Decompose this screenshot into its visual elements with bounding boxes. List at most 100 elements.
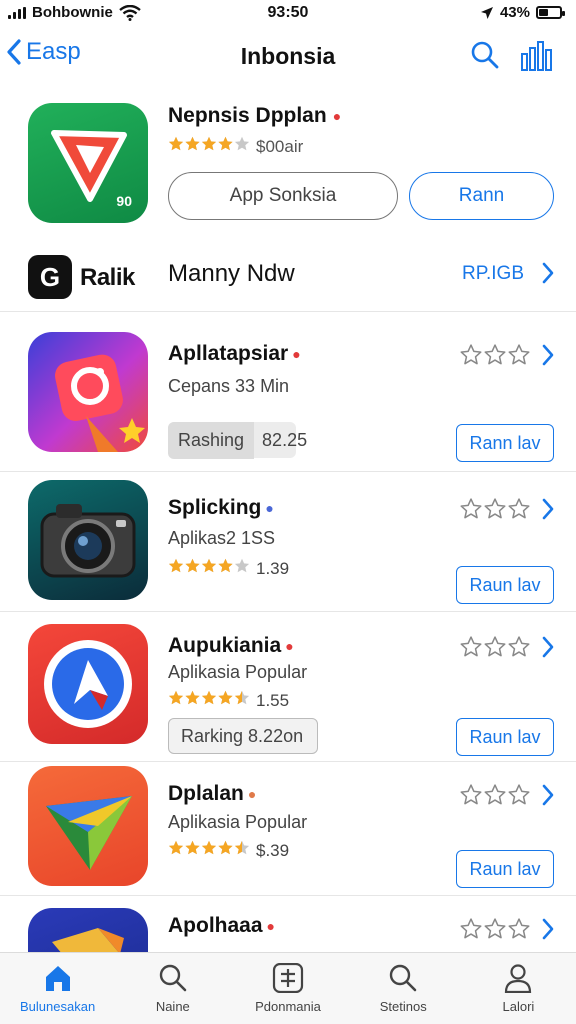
app-icon[interactable] [28,332,148,452]
app-name: Aupukiania ● [168,634,294,658]
star-outline-icon [460,784,530,806]
app-row[interactable]: Dplalan ● Aplikasia Popular $.39 Raun lav [0,762,576,896]
featured-app-icon[interactable]: 90 [28,103,148,223]
bar-chart-icon [521,41,552,71]
star-outline-icon [460,498,530,520]
app-rating: 1.55 [168,690,289,711]
tab-home[interactable]: Bulunesakan [0,953,115,1024]
app-title: Apllatapsiar [168,342,289,365]
search-icon [159,964,187,992]
app-row[interactable]: Aupukiania ● Aplikasia Popular 1.55 Rarki… [0,612,576,762]
app-icon[interactable] [28,624,148,744]
chevron-right-icon [542,262,554,284]
tab-search[interactable]: Naine [115,953,230,1024]
star-outline-icon [460,918,530,940]
app-title: Apolhaaa [168,914,263,937]
star-rating-icon [168,690,250,711]
app-subtitle: Aplikasia Popular [168,812,308,832]
publisher-logo: G [28,255,72,299]
tab-label: Naine [155,999,190,1014]
get-button[interactable]: Raun lav [456,850,554,888]
star-outline-icon [460,636,530,658]
tab-account[interactable]: Lalori [461,953,576,1024]
star-rating-icon [168,136,250,157]
folder-icon [52,928,124,952]
app-name: Dplalan ● [168,782,256,806]
app-store-button[interactable]: App Sonksia [168,172,398,220]
app-title: Splicking [168,496,262,519]
search-icon [471,41,499,69]
get-button[interactable]: Raun lav [456,718,554,756]
publisher-action-link[interactable]: RP.IGB [462,263,524,285]
rank-pill: Rashing 82.25 [168,421,307,459]
app-title: Aupukiania [168,634,282,657]
app-name: Apolhaaa ● [168,914,275,938]
featured-app-title: Nepnsis Dpplan [168,104,327,127]
rank-label: Rashing [168,421,255,459]
search-button[interactable] [470,40,500,75]
battery-fill [539,9,548,16]
tab-label: Lalori [502,999,535,1014]
chevron-right-icon [542,918,554,940]
tab-label: Bulunesakan [20,999,96,1014]
charts-button[interactable] [520,40,558,77]
chevron-right-icon [542,784,554,806]
app-icon[interactable] [28,908,148,952]
rating-text: $.39 [256,840,290,860]
get-button[interactable]: Raun lav [456,566,554,604]
paper-plane-icon [46,796,132,870]
status-bar: Bohbownie 93:50 43% [0,0,576,26]
app-subtitle: Aplikas2 1SS [168,528,276,548]
tab-bar: Bulunesakan Naine Pdonmania Stetinos Lal… [0,952,576,1024]
app-row[interactable]: Apllatapsiar ● Cepans 33 Min Rashing 82.25… [0,320,576,472]
navigation-bar: Easp Inbonsia [0,30,576,86]
star-outline-icon [460,344,530,366]
search-icon [390,964,417,992]
featured-rating: $00air [168,136,303,157]
rank-pill: Rarking 8.22on [168,718,318,754]
featured-dot: ● [332,108,342,125]
get-button[interactable]: Rann [409,172,554,220]
rank-label: Rarking [181,725,244,746]
rating-text: 1.39 [256,558,290,578]
rating-text: 1.55 [256,690,290,710]
app-dot: ● [247,786,257,803]
tab-label: Pdonmania [255,999,321,1014]
app-subtitle: Cepans 33 Min [168,376,290,396]
featured-app: 90 Nepnsis Dpplan ● $00air App Sonksia Ra… [0,96,576,236]
get-button[interactable]: Rann lav [456,424,554,462]
navigation-arrow-icon [44,640,132,728]
app-row[interactable]: Splicking ● Aplikas2 1SS 1.39 Raun lav [0,472,576,612]
app-rating: $.39 [168,840,289,861]
camera-icon [40,504,136,578]
star-rating-icon [168,840,250,861]
publisher-label: Manny Ndw [168,260,295,287]
app-dot: ● [265,500,274,517]
app-row[interactable]: Apolhaaa ● [0,896,576,952]
app-dot: ● [266,918,275,935]
app-rating: 1.39 [168,558,289,579]
chevron-right-icon [542,344,554,366]
battery-icon [536,6,565,19]
app-name: Apllatapsiar ● [168,342,301,366]
battery-percent: 43% [499,4,530,21]
chevron-right-icon [542,636,554,658]
app-dot: ● [285,638,294,655]
tab-settings[interactable]: Stetinos [346,953,461,1024]
app-icon[interactable] [28,480,148,600]
featured-app-name: Nepnsis Dpplan ● [168,104,341,128]
tab-label: Stetinos [379,999,427,1014]
person-icon [505,964,532,993]
tab-apps[interactable]: Pdonmania [230,953,345,1024]
photo-star-icon [55,354,145,452]
featured-rating-text: $00air [256,136,304,156]
app-name: Splicking ● [168,496,274,520]
chevron-right-icon [542,498,554,520]
star-rating-icon [168,558,250,579]
location-arrow-icon [480,6,493,19]
app-title: Dplalan [168,782,244,805]
apps-icon [272,963,304,993]
app-icon[interactable] [28,766,148,886]
featured-icon-badge: 90 [116,193,132,209]
publisher-row[interactable]: G Ralik Manny Ndw RP.IGB [0,244,576,312]
